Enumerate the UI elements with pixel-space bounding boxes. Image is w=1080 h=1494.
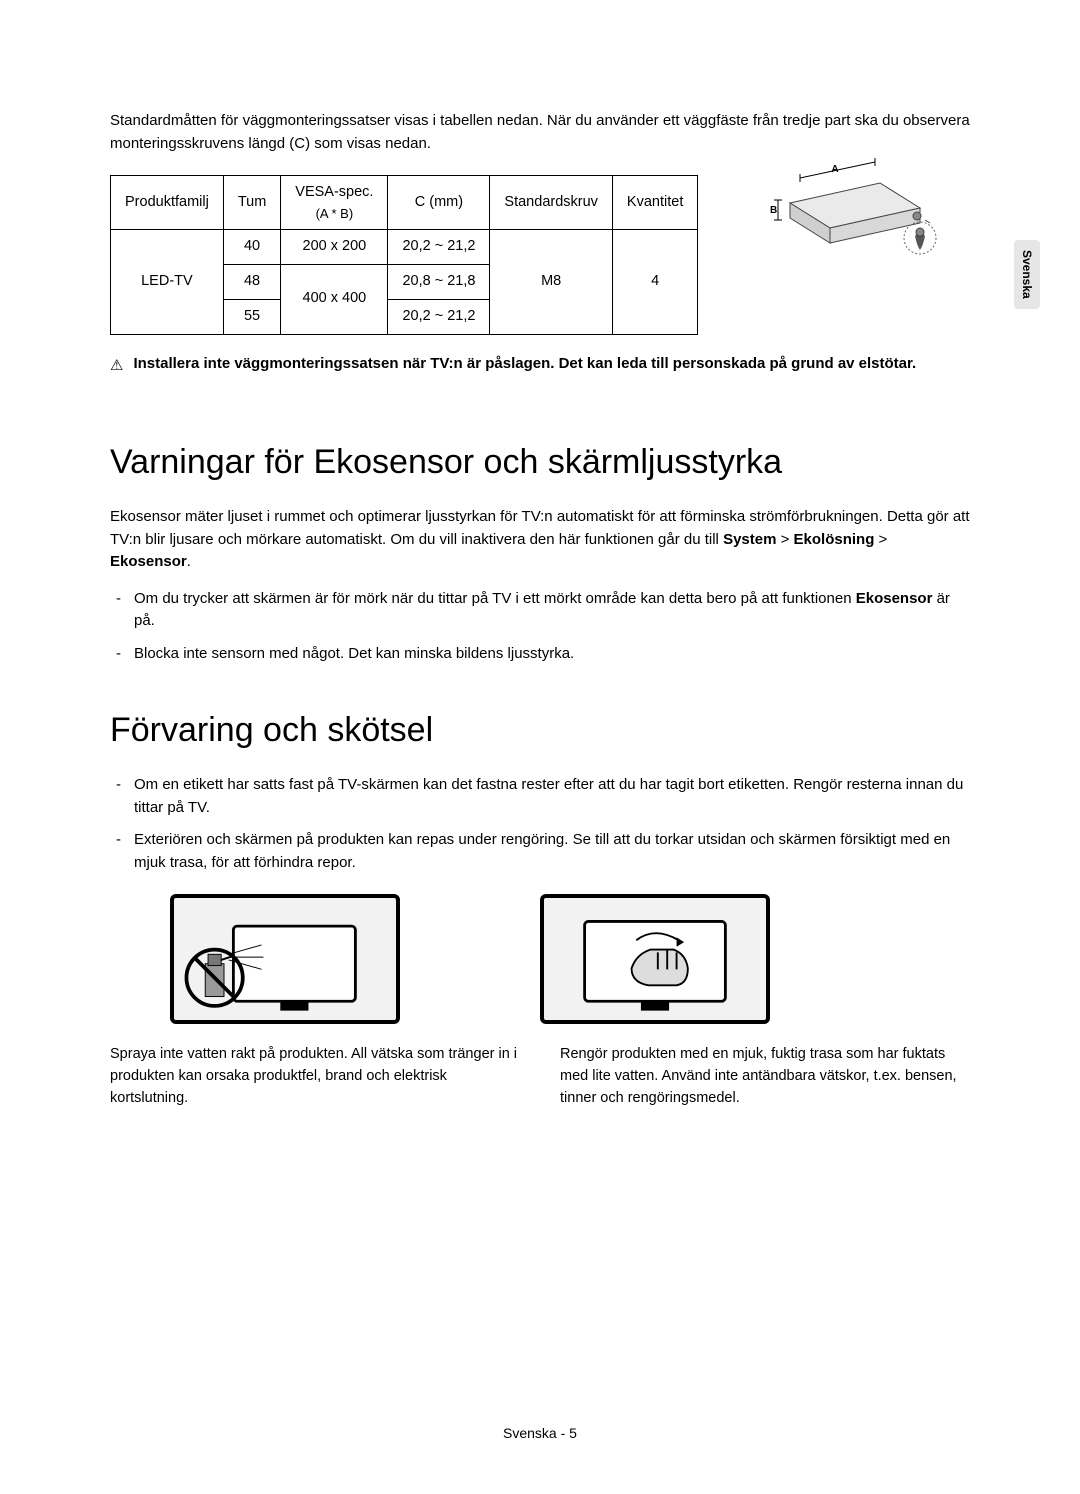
cell-inches: 55 <box>223 299 280 334</box>
cell-inches: 48 <box>223 265 280 300</box>
footer-sep: - <box>557 1425 569 1441</box>
warning-icon: ⚠ <box>110 355 123 378</box>
heading-eco: Varningar för Ekosensor och skärmljussty… <box>110 437 970 488</box>
care-image-wipe <box>540 894 770 1024</box>
eco-bullet1-bold: Ekosensor <box>856 590 933 607</box>
footer-page: 5 <box>569 1425 577 1441</box>
th-inches: Tum <box>223 176 280 230</box>
warning-text: Installera inte väggmonteringssatsen när… <box>133 353 970 376</box>
eco-period: . <box>187 553 191 570</box>
cell-vesa: 200 x 200 <box>281 230 388 265</box>
list-item: Om en etikett har satts fast på TV-skärm… <box>110 774 970 819</box>
table-row: LED-TV 40 200 x 200 20,2 ~ 21,2 M8 4 <box>111 230 698 265</box>
vesa-spec-table: Produktfamilj Tum VESA-spec. (A * B) C (… <box>110 175 698 335</box>
list-item: Exteriören och skärmen på produkten kan … <box>110 829 970 874</box>
th-vesa-sub: (A * B) <box>295 204 373 224</box>
eco-system-bold: System <box>723 531 776 548</box>
list-item: Blocka inte sensorn med något. Det kan m… <box>110 643 970 666</box>
cell-c: 20,2 ~ 21,2 <box>388 230 490 265</box>
list-item: Om du trycker att skärmen är för mörk nä… <box>110 588 970 633</box>
eco-paragraph: Ekosensor mäter ljuset i rummet och opti… <box>110 506 970 574</box>
th-c: C (mm) <box>388 176 490 230</box>
care-caption-wipe: Rengör produkten med en mjuk, fuktig tra… <box>560 1044 970 1109</box>
th-vesa-top: VESA-spec. <box>295 184 373 200</box>
cell-family: LED-TV <box>111 230 224 334</box>
th-qty: Kvantitet <box>612 176 697 230</box>
diagram-label-a: A <box>831 164 838 175</box>
vesa-mount-diagram: A B <box>770 168 940 268</box>
cell-c: 20,2 ~ 21,2 <box>388 299 490 334</box>
diagram-label-b: B <box>770 205 777 216</box>
page-footer: Svenska - 5 <box>0 1423 1080 1444</box>
cell-inches: 40 <box>223 230 280 265</box>
cell-screw: M8 <box>490 230 613 334</box>
cell-vesa: 400 x 400 <box>281 265 388 335</box>
eco-gt1: > <box>776 531 793 548</box>
storage-bullet-list: Om en etikett har satts fast på TV-skärm… <box>110 774 970 874</box>
th-family: Produktfamilj <box>111 176 224 230</box>
eco-ekosensor-bold: Ekosensor <box>110 553 187 570</box>
eco-bullet1-pre: Om du trycker att skärmen är för mörk nä… <box>134 590 856 607</box>
cell-qty: 4 <box>612 230 697 334</box>
care-captions-row: Spraya inte vatten rakt på produkten. Al… <box>110 1044 970 1109</box>
th-screw: Standardskruv <box>490 176 613 230</box>
th-vesa: VESA-spec. (A * B) <box>281 176 388 230</box>
cell-c: 20,8 ~ 21,8 <box>388 265 490 300</box>
table-header-row: Produktfamilj Tum VESA-spec. (A * B) C (… <box>111 176 698 230</box>
footer-lang: Svenska <box>503 1425 557 1441</box>
warning-block: ⚠ Installera inte väggmonteringssatsen n… <box>110 353 970 378</box>
eco-bullet2-pre: Blocka inte sensorn med något. Det kan m… <box>134 645 574 662</box>
eco-gt2: > <box>874 531 887 548</box>
intro-paragraph: Standardmåtten för väggmonteringssatser … <box>110 110 970 155</box>
care-image-spray <box>170 894 400 1024</box>
heading-storage: Förvaring och skötsel <box>110 705 970 756</box>
care-images-row <box>110 894 970 1024</box>
eco-ekolosning-bold: Ekolösning <box>794 531 875 548</box>
eco-bullet-list: Om du trycker att skärmen är för mörk nä… <box>110 588 970 666</box>
language-tab: Svenska <box>1014 240 1040 309</box>
care-caption-spray: Spraya inte vatten rakt på produkten. Al… <box>110 1044 520 1109</box>
